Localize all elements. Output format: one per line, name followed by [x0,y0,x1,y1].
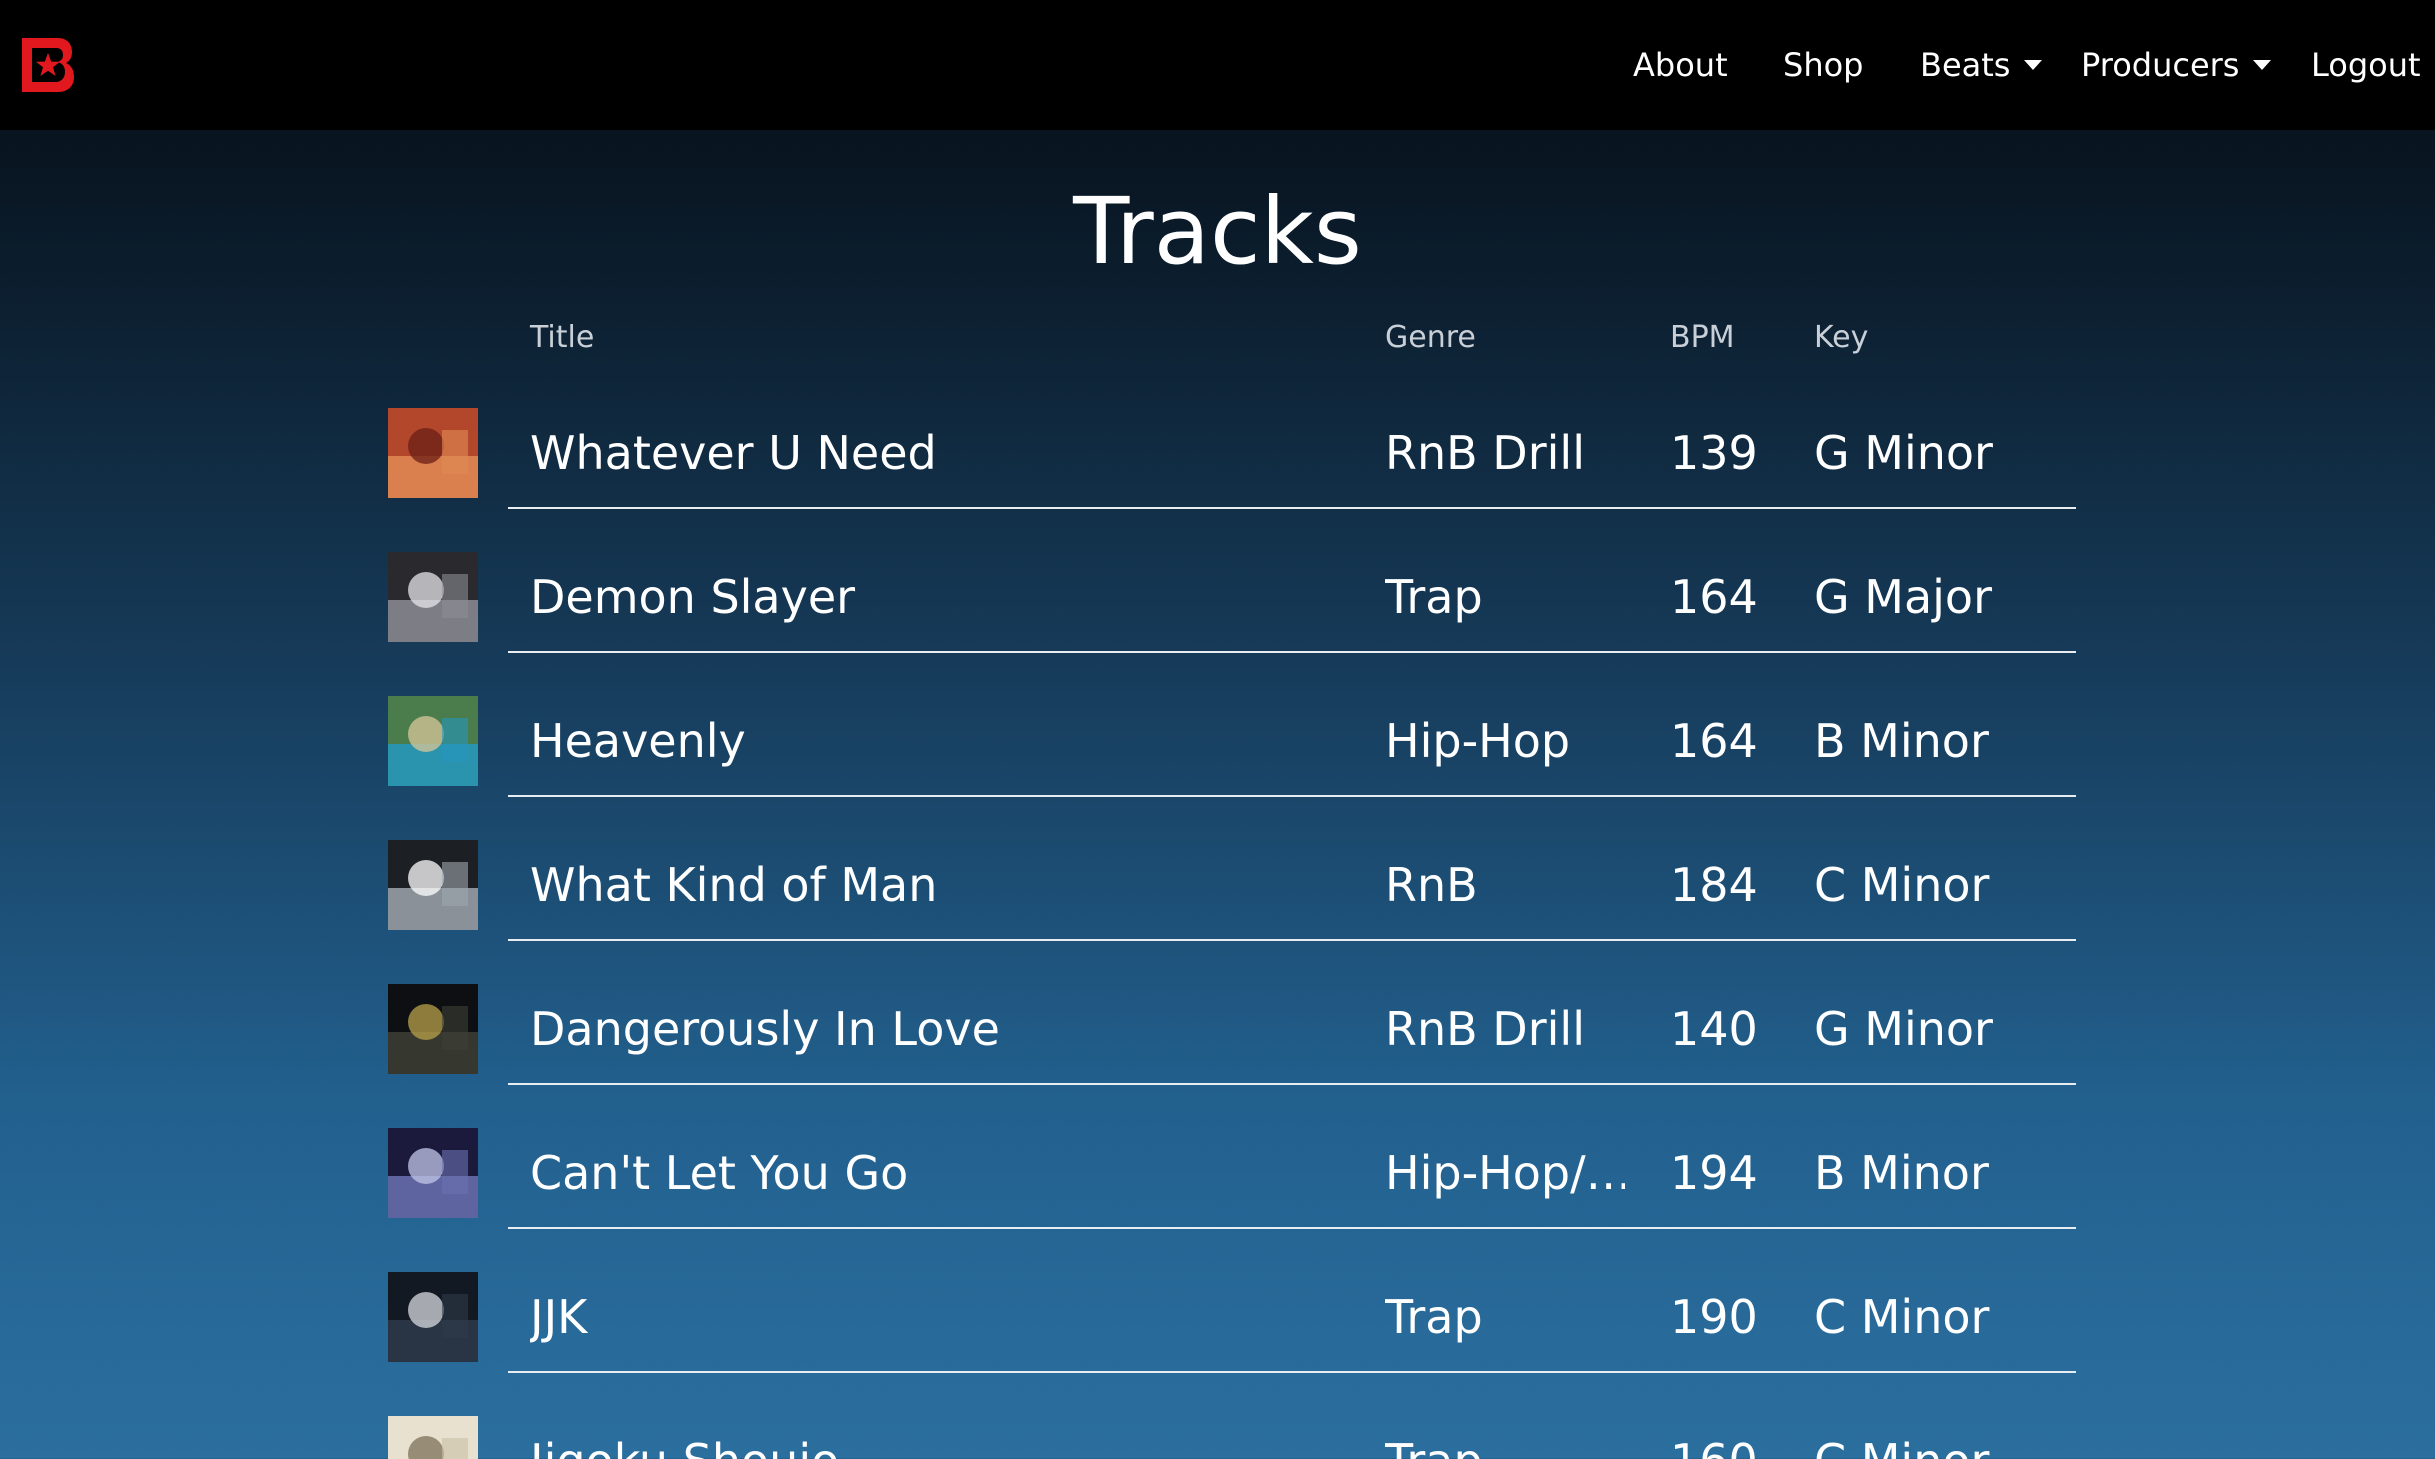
track-title[interactable]: Dangerously In Love [530,999,1360,1059]
page-title: Tracks [1073,178,1362,285]
column-header-bpm: BPM [1670,320,1735,355]
track-bpm: 190 [1670,1290,1758,1344]
nav-beats-dropdown[interactable]: Beats [1920,40,2043,90]
table-row[interactable]: Jigoku Shoujo Trap 160 C Minor [384,1373,2076,1459]
track-cover-image[interactable] [388,1416,478,1459]
track-key: C Minor [1814,1290,1990,1344]
nav-logout-label: Logout [2311,46,2421,84]
track-title[interactable]: Demon Slayer [530,567,1360,627]
track-bpm: 194 [1670,1146,1758,1200]
track-cover-image[interactable] [388,696,478,786]
track-genre: RnB Drill [1385,1002,1585,1056]
nav-logout-link[interactable]: Logout [2311,40,2421,90]
nav-shop-link[interactable]: Shop [1783,40,1863,90]
track-key: G Minor [1814,1002,1993,1056]
column-header-key: Key [1814,320,1869,355]
track-key: C Minor [1814,1431,2064,1459]
track-bpm: 184 [1670,858,1758,912]
track-cover-image[interactable] [388,984,478,1074]
track-bpm: 164 [1670,714,1758,768]
track-key: C Minor [1814,858,1990,912]
caret-down-icon [2253,60,2272,70]
column-header-title: Title [530,320,595,355]
table-row[interactable]: Heavenly Hip-Hop 164 B Minor [384,653,2076,797]
column-header-genre: Genre [1385,320,1476,355]
nav-producers-dropdown[interactable]: Producers [2081,40,2272,90]
track-key: B Minor [1814,1146,1989,1200]
table-row[interactable]: Dangerously In Love RnB Drill 140 G Minor [384,941,2076,1085]
track-cover-image[interactable] [388,552,478,642]
nav-about-link[interactable]: About [1633,40,1728,90]
track-cover-image[interactable] [388,1272,478,1362]
track-genre: Trap [1385,1290,1483,1344]
track-title[interactable]: What Kind of Man [530,855,1360,915]
table-row[interactable]: Whatever U Need RnB Drill 139 G Minor [384,365,2076,509]
track-title[interactable]: Heavenly [530,711,1360,771]
nav-about-label: About [1633,46,1728,84]
nav-producers-label: Producers [2081,46,2240,84]
track-key: G Minor [1814,426,1993,480]
track-key: B Minor [1814,714,1989,768]
track-bpm: 139 [1670,426,1758,480]
track-genre: RnB [1385,858,1478,912]
table-row[interactable]: JJK Trap 190 C Minor [384,1229,2076,1373]
track-genre: Hip-Hop/… [1385,1146,1625,1200]
track-title[interactable]: Whatever U Need [530,423,1360,483]
track-title[interactable]: JJK [530,1287,1360,1347]
track-key: G Major [1814,570,1992,624]
top-navbar: About Shop Beats Producers Logout [0,0,2435,130]
track-genre: Hip-Hop [1385,714,1571,768]
track-bpm: 140 [1670,1002,1758,1056]
nav-shop-label: Shop [1783,46,1864,84]
table-row[interactable]: Can't Let You Go Hip-Hop/… 194 B Minor [384,1085,2076,1229]
track-genre: RnB Drill [1385,426,1585,480]
nav-beats-label: Beats [1920,46,2011,84]
track-genre: Trap [1385,570,1483,624]
track-bpm: 160 [1670,1431,1790,1459]
track-title[interactable]: Jigoku Shoujo [530,1431,1360,1459]
track-title[interactable]: Can't Let You Go [530,1143,1360,1203]
track-genre: Trap [1385,1431,1625,1459]
track-cover-image[interactable] [388,408,478,498]
track-cover-image[interactable] [388,840,478,930]
table-row[interactable]: What Kind of Man RnB 184 C Minor [384,797,2076,941]
beatstars-logo-icon[interactable] [18,36,76,94]
caret-down-icon [2024,60,2043,70]
table-row[interactable]: Demon Slayer Trap 164 G Major [384,509,2076,653]
track-cover-image[interactable] [388,1128,478,1218]
track-bpm: 164 [1670,570,1758,624]
